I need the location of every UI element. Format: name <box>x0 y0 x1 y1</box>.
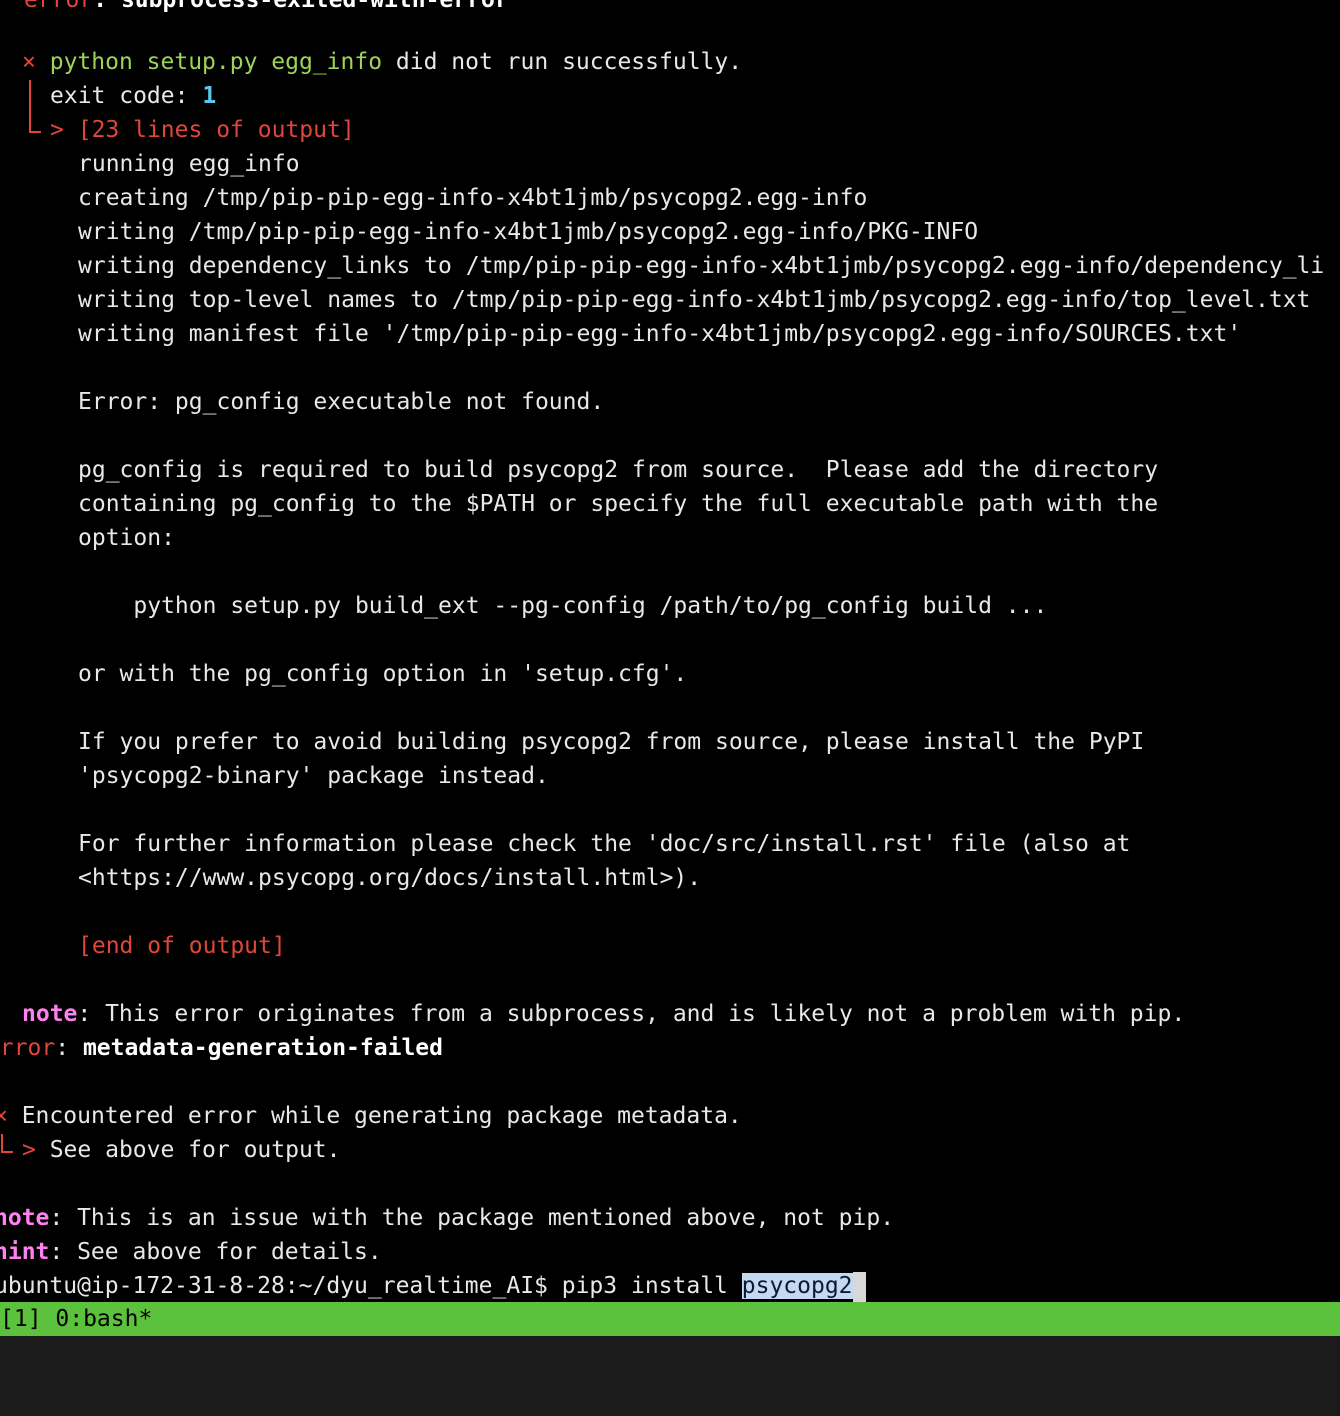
output-line: writing dependency_links to /tmp/pip-pip… <box>78 253 1325 279</box>
output-line: or with the pg_config option in 'setup.c… <box>78 661 688 687</box>
error-line: error: metadata-generation-failed <box>0 1031 443 1065</box>
output-count-line: > [23 lines of output] <box>50 113 355 147</box>
output-line: creating /tmp/pip-pip-egg-info-x4bt1jmb/… <box>78 185 868 211</box>
output-line: pg_config is required to build psycopg2 … <box>78 457 1159 483</box>
exit-code-line: exit code: 1 <box>50 79 216 113</box>
encountered-line: × Encountered error while generating pac… <box>0 1099 742 1133</box>
error-label: error <box>24 0 94 13</box>
output-line: Error: pg_config executable not found. <box>78 389 605 415</box>
note-text: : This error originates from a subproces… <box>77 1001 1186 1027</box>
output-line: If you prefer to avoid building psycopg2… <box>78 729 1145 755</box>
exit-code-label: exit code: <box>50 83 203 109</box>
output-count: [23 lines of output] <box>77 117 355 143</box>
hint-label: hint <box>0 1239 50 1265</box>
error-code: metadata-generation-failed <box>82 1035 443 1061</box>
cross-icon: × <box>22 49 36 75</box>
tree-connector <box>1 1134 13 1153</box>
selected-text[interactable]: psycopg2 <box>741 1273 853 1299</box>
failure-text: did not run successfully. <box>382 49 743 75</box>
note-line: note: This error originates from a subpr… <box>22 997 1185 1031</box>
prompt-text: ubuntu@ip-172-31-8-28:~/dyu_realtime_AI$… <box>0 1273 742 1299</box>
note-label: note <box>22 1001 78 1027</box>
note-line: note: This is an issue with the package … <box>0 1201 894 1235</box>
output-line: 'psycopg2-binary' package instead. <box>78 763 549 789</box>
error-label: error <box>0 1035 56 1061</box>
hint-text: : See above for details. <box>49 1239 382 1265</box>
tree-connector <box>29 80 41 133</box>
output-line: writing manifest file '/tmp/pip-pip-egg-… <box>78 321 1242 347</box>
see-above-line: > See above for output. <box>22 1133 341 1167</box>
tmux-window-tab[interactable]: [1] 0:bash* <box>0 1306 152 1332</box>
output-line: containing pg_config to the $PATH or spe… <box>78 491 1159 517</box>
note-text: : This is an issue with the package ment… <box>49 1205 895 1231</box>
cross-icon: × <box>0 1103 8 1129</box>
output-line: <https://www.psycopg.org/docs/install.ht… <box>78 865 702 891</box>
note-label: note <box>0 1205 50 1231</box>
failure-header: × python setup.py egg_info did not run s… <box>22 45 742 79</box>
top-error-line: error: subprocess-exited-with-error <box>24 0 509 17</box>
exit-code-value: 1 <box>202 83 217 109</box>
output-line: running egg_info <box>78 151 300 177</box>
failed-command: python setup.py egg_info <box>49 49 383 75</box>
shell-prompt[interactable]: ubuntu@ip-172-31-8-28:~/dyu_realtime_AI$… <box>0 1269 866 1302</box>
output-line: writing /tmp/pip-pip-egg-info-x4bt1jmb/p… <box>78 219 979 245</box>
window-footer <box>0 1336 1340 1416</box>
error-message: : subprocess-exited-with-error <box>93 0 509 13</box>
see-above-text: See above for output. <box>35 1137 341 1163</box>
tmux-status-bar: [1] 0:bash* <box>0 1302 1340 1336</box>
encountered-text: Encountered error while generating packa… <box>7 1103 742 1129</box>
arrow-icon: > <box>22 1137 36 1163</box>
output-line: option: <box>78 525 175 551</box>
output-line: For further information please check the… <box>78 831 1131 857</box>
arrow-icon: > <box>50 117 64 143</box>
error-separator: : <box>55 1035 83 1061</box>
output-line: python setup.py build_ext --pg-config /p… <box>78 593 1048 619</box>
end-of-output: [end of output] <box>78 933 286 959</box>
hint-line: hint: See above for details. <box>0 1235 382 1269</box>
text-cursor <box>852 1271 866 1302</box>
output-line: writing top-level names to /tmp/pip-pip-… <box>78 287 1311 313</box>
terminal-output[interactable]: error: subprocess-exited-with-error × py… <box>0 0 1340 1302</box>
